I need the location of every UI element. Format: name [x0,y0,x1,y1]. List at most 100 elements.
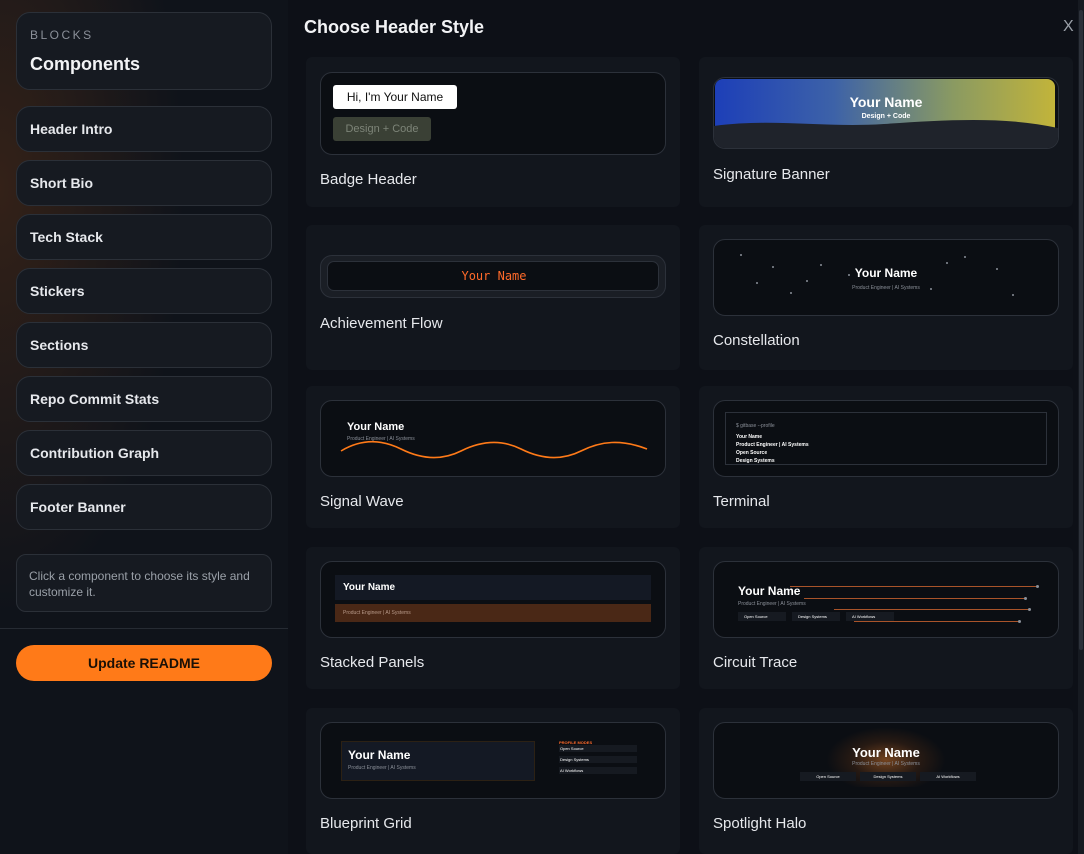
sidebar-item-contribution-graph[interactable]: Contribution Graph [16,430,272,476]
scrollbar-thumb[interactable] [1079,10,1083,650]
preview-side-row: Open Source [559,745,637,752]
preview-bottom-panel: Product Engineer | AI Systems [335,604,651,622]
style-card-signal-wave[interactable]: Your Name Product Engineer | AI Systems … [306,386,680,528]
preview-tag: Open Source [738,612,786,621]
preview-name: Your Name [854,266,918,280]
sidebar-hint: Click a component to choose its style an… [16,554,272,612]
style-card-label: Constellation [713,332,800,349]
style-preview[interactable]: Hi, I'm Your Name Design + Code [320,72,666,155]
sidebar-item-label: Sections [30,337,89,353]
preview-subtitle: Product Engineer | AI Systems [738,601,806,607]
preview-subtitle: Product Engineer | AI Systems [852,285,920,291]
preview-frame: Your Name [327,261,659,291]
preview-tag: Open Source [800,772,856,781]
style-card-circuit-trace[interactable]: Your Name Product Engineer | AI Systems … [699,547,1073,689]
sidebar-item-tech-stack[interactable]: Tech Stack [16,214,272,260]
blocks-eyebrow: BLOCKS [30,28,94,42]
preview-tag: Design Systems [792,612,840,621]
sidebar-item-stickers[interactable]: Stickers [16,268,272,314]
preview-name: Your Name [348,748,411,762]
preview-subtitle: Product Engineer | AI Systems [852,761,920,767]
preview-star [740,254,742,256]
style-card-spotlight-halo[interactable]: Your Name Product Engineer | AI Systems … [699,708,1073,854]
preview-trace [834,609,1030,610]
preview-badge: Hi, I'm Your Name [333,85,457,109]
style-preview[interactable]: $ gitbase --profile Your Name Product En… [713,400,1059,477]
close-button[interactable]: X [1063,18,1074,36]
preview-side-row: Design Systems [559,756,637,763]
blocks-header: BLOCKS Components [16,12,272,90]
update-readme-button[interactable]: Update README [16,645,272,681]
sidebar-item-label: Short Bio [30,175,93,191]
preview-top-panel: Your Name [335,575,651,600]
style-preview[interactable]: Your Name [320,255,666,298]
style-card-label: Signature Banner [713,166,830,183]
preview-trace-dot [1018,620,1021,623]
preview-name: Your Name [849,94,923,110]
preview-star [964,256,966,258]
preview-subtitle: Product Engineer | AI Systems [343,610,411,616]
preview-terminal-line: Product Engineer | AI Systems [736,442,809,448]
style-card-signature-banner[interactable]: Your Name Design + Code Signature Banner [699,57,1073,207]
preview-trace-dot [1036,585,1039,588]
sidebar-item-label: Repo Commit Stats [30,391,160,407]
preview-trace [804,598,1026,599]
style-preview[interactable]: Your Name Design + Code [713,77,1059,149]
preview-name: Your Name [738,584,801,598]
preview-star [806,280,808,282]
sidebar-item-label: Tech Stack [30,229,103,245]
style-preview[interactable]: Your Name Product Engineer | AI Systems [713,239,1059,316]
style-card-label: Badge Header [320,171,417,188]
style-preview[interactable]: Your Name Product Engineer | AI Systems … [713,722,1059,799]
sidebar-item-label: Stickers [30,283,85,299]
preview-terminal-line: Your Name [736,434,763,440]
preview-name: Your Name [461,269,527,283]
preview-tag: AI Workflows [920,772,976,781]
preview-subtitle: Design + Code [861,113,911,120]
sidebar: BLOCKS Components Header Intro Short Bio… [0,0,288,854]
preview-trace-dot [1028,608,1031,611]
preview-trace [854,621,1020,622]
style-card-blueprint-grid[interactable]: Your Name Product Engineer | AI Systems … [306,708,680,854]
preview-terminal-window: $ gitbase --profile Your Name Product En… [725,412,1047,465]
style-card-constellation[interactable]: Your Name Product Engineer | AI Systems … [699,225,1073,370]
preview-subtitle-badge: Design + Code [333,117,431,141]
preview-trace [790,586,1038,587]
style-preview[interactable]: Your Name Product Engineer | AI Systems … [320,722,666,799]
preview-side-row: AI Workflows [559,767,637,774]
style-card-label: Achievement Flow [320,315,443,332]
style-preview[interactable]: Your Name Product Engineer | AI Systems … [713,561,1059,638]
style-card-stacked-panels[interactable]: Your Name Product Engineer | AI Systems … [306,547,680,689]
preview-star [1012,294,1014,296]
preview-wave-line [340,440,648,459]
sidebar-item-repo-commit-stats[interactable]: Repo Commit Stats [16,376,272,422]
sidebar-item-label: Header Intro [30,121,113,137]
preview-name: Your Name [852,745,920,760]
style-card-label: Spotlight Halo [713,815,807,832]
style-preview[interactable]: Your Name Product Engineer | AI Systems [320,561,666,638]
style-card-badge-header[interactable]: Hi, I'm Your Name Design + Code Badge He… [306,57,680,207]
sidebar-item-footer-banner[interactable]: Footer Banner [16,484,272,530]
sidebar-item-label: Footer Banner [30,499,126,515]
preview-name: Your Name [343,582,396,593]
style-card-label: Blueprint Grid [320,815,412,832]
style-card-label: Signal Wave [320,493,404,510]
panel-title: Choose Header Style [304,17,485,37]
preview-terminal-line: Design Systems [736,458,775,464]
sidebar-divider [0,628,288,629]
blocks-title: Components [30,54,140,74]
sidebar-item-label: Contribution Graph [30,445,160,461]
style-card-label: Stacked Panels [320,654,425,671]
style-preview[interactable]: Your Name Product Engineer | AI Systems [320,400,666,477]
style-card-label: Terminal [713,493,770,510]
style-card-achievement-flow[interactable]: Your Name Achievement Flow [306,225,680,370]
preview-trace-dot [1024,597,1027,600]
preview-subtitle: Product Engineer | AI Systems [348,765,416,771]
preview-star [756,282,758,284]
sidebar-item-sections[interactable]: Sections [16,322,272,368]
preview-terminal-prompt: $ gitbase --profile [736,423,775,429]
preview-star [790,292,792,294]
sidebar-item-short-bio[interactable]: Short Bio [16,160,272,206]
sidebar-item-header-intro[interactable]: Header Intro [16,106,272,152]
style-card-terminal[interactable]: $ gitbase --profile Your Name Product En… [699,386,1073,528]
